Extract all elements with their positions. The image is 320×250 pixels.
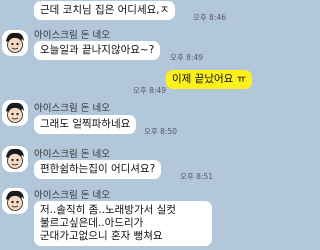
avatar[interactable] xyxy=(2,100,28,126)
message-line: 저..솔직히 좀..노래방가서 실컷 xyxy=(40,204,176,216)
message-time: 오후 8:49 xyxy=(170,53,204,62)
sender-name: 아이스크림 돈 네오 xyxy=(34,103,110,114)
message-line: 군대가고없으니 혼자 뻥쳐요 xyxy=(40,230,163,242)
cartoon-face-avatar-icon xyxy=(2,146,28,172)
message-time: 오후 8:46 xyxy=(193,13,227,22)
message-bubble: 오늘일과 끝나지않아요~? xyxy=(34,41,161,60)
message-bubble: 근데 코치님 집은 어디세요,ㅈ xyxy=(34,1,176,20)
message-time: 오후 8:50 xyxy=(144,127,178,136)
message-bubble: 저..솔직히 좀..노래방가서 실컷 불르고싶은데..아드리가 군대가고없으니 … xyxy=(34,201,212,246)
sender-name: 아이스크림 돈 네오 xyxy=(34,190,110,201)
message-time: 오후 8:51 xyxy=(180,172,214,181)
sender-name: 아이스크림 돈 네오 xyxy=(34,149,110,160)
message-bubble-outgoing: 이제 끝났어요 ㅠ xyxy=(166,70,253,89)
avatar[interactable] xyxy=(2,146,28,172)
avatar[interactable] xyxy=(2,30,28,56)
message-bubble: 편한쉼하는집이 어디셔요? xyxy=(34,160,162,179)
message-bubble: 그래도 일찍파하네요 xyxy=(34,115,137,134)
message-line: 불르고싶은데..아드리가 xyxy=(40,217,144,229)
cartoon-face-avatar-icon xyxy=(2,30,28,56)
cartoon-face-avatar-icon xyxy=(2,100,28,126)
avatar[interactable] xyxy=(2,188,28,214)
cartoon-face-avatar-icon xyxy=(2,188,28,214)
sender-name: 아이스크림 돈 네오 xyxy=(34,30,110,41)
message-time: 오후 8:49 xyxy=(133,86,167,95)
